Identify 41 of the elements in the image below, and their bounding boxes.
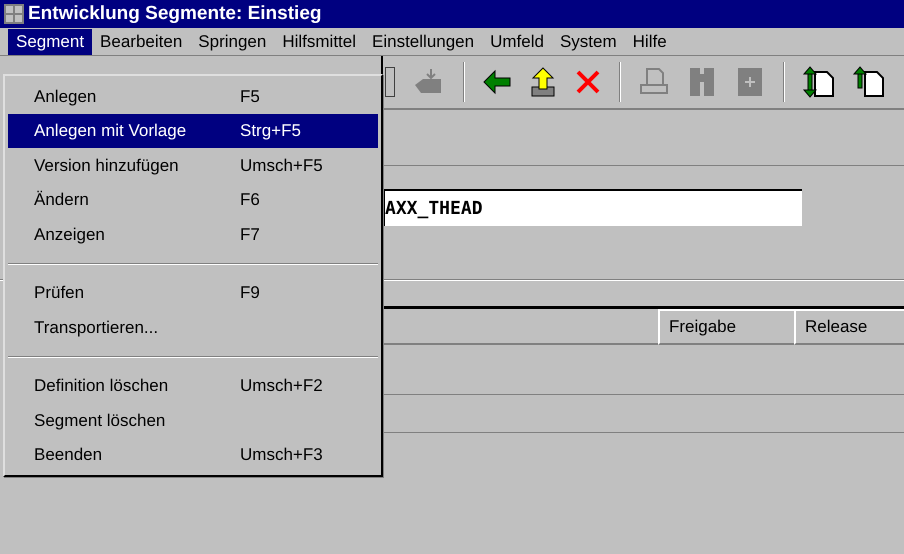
shortcut-label: Strg+F5 xyxy=(240,120,301,142)
item-label: Beenden xyxy=(34,444,104,466)
shortcut-label: F9 xyxy=(240,282,260,304)
dropdown-item[interactable]: Transportieren... xyxy=(8,310,378,344)
dropdown-item[interactable]: Ändern F6 xyxy=(8,182,378,217)
dropdown-item[interactable]: Beenden Umsch+F3 xyxy=(8,438,378,472)
segment-field[interactable]: AXX_THEAD xyxy=(383,189,802,226)
menu-item[interactable]: Hilfe xyxy=(624,28,675,54)
menu-item[interactable]: Springen xyxy=(190,28,274,54)
shortcut-label: F6 xyxy=(240,189,260,211)
menu-item[interactable]: Einstellungen xyxy=(364,28,482,54)
dropdown-item[interactable]: Anlegen mit Vorlage Strg+F5 xyxy=(8,114,378,148)
menu-item[interactable]: Bearbeiten xyxy=(92,28,190,54)
window-title: Entwicklung Segmente: Einstieg xyxy=(28,2,322,26)
shortcut-label: Umsch+F2 xyxy=(240,375,323,397)
dropdown-item[interactable]: Anlegen F5 xyxy=(8,79,378,114)
menu-item[interactable]: Segment xyxy=(8,28,92,54)
item-label: Ändern xyxy=(34,189,90,211)
dropdown-item[interactable]: Definition löschen Umsch+F2 xyxy=(8,368,378,403)
item-label: Anlegen xyxy=(34,86,98,108)
item-label: Anzeigen xyxy=(34,224,106,246)
shortcut-label: Umsch+F3 xyxy=(240,444,323,466)
item-label: Version hinzufügen xyxy=(34,154,180,176)
field-value: AXX_THEAD xyxy=(385,200,483,218)
item-label: Anlegen mit Vorlage xyxy=(34,120,188,142)
shortcut-label: F7 xyxy=(240,224,260,246)
item-label: Definition löschen xyxy=(34,375,170,397)
menu-item[interactable]: Hilfsmittel xyxy=(274,28,364,54)
column-header[interactable]: Freigabe xyxy=(658,309,794,345)
dropdown-item[interactable]: Version hinzufügen Umsch+F5 xyxy=(8,148,378,182)
column-header[interactable]: Release xyxy=(794,309,904,345)
shortcut-label: F5 xyxy=(240,86,260,108)
dropdown-item[interactable]: Prüfen F9 xyxy=(8,276,378,310)
item-label: Prüfen xyxy=(34,282,86,304)
dropdown-item[interactable]: Segment löschen xyxy=(8,403,378,438)
item-label: Transportieren... xyxy=(34,316,160,338)
shortcut-label: Umsch+F5 xyxy=(240,154,323,176)
dropdown-item[interactable]: Anzeigen F7 xyxy=(8,217,378,252)
menu-item[interactable]: System xyxy=(552,28,625,54)
item-label: Segment löschen xyxy=(34,410,166,432)
menu-item[interactable]: Umfeld xyxy=(482,28,552,54)
